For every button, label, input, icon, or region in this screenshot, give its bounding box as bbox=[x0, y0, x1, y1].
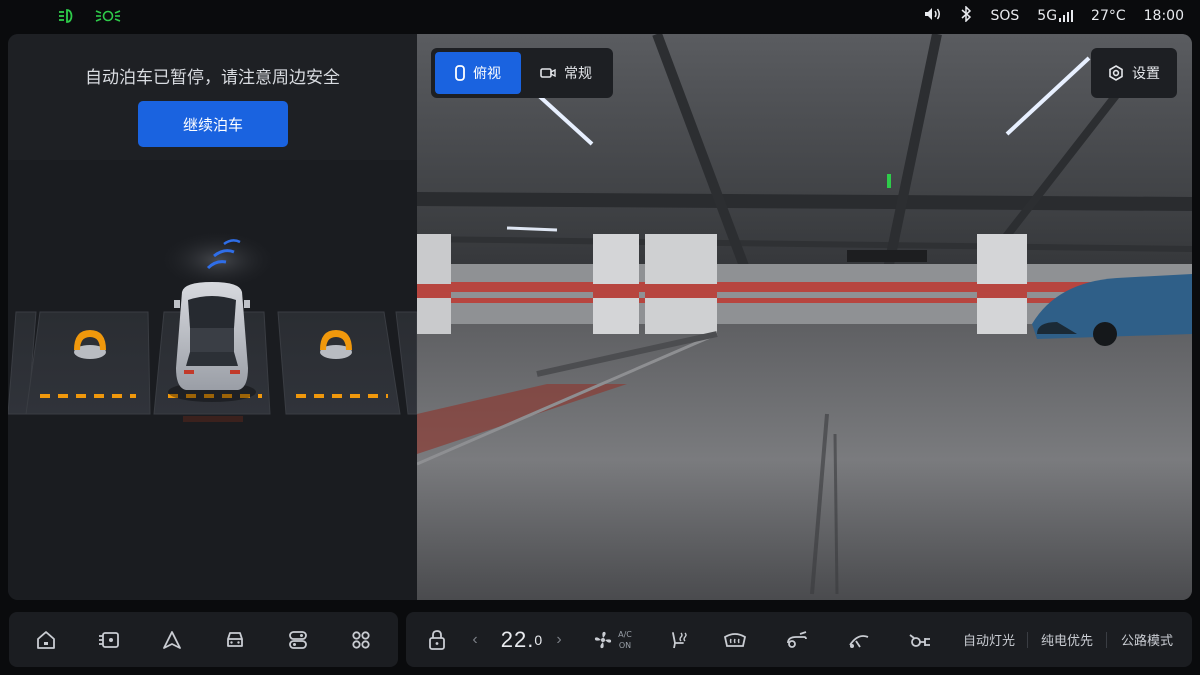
ac-button[interactable]: A/C ON bbox=[584, 612, 640, 667]
apps-icon[interactable] bbox=[341, 620, 381, 660]
parking-panel: 自动泊车已暂停，请注意周边安全 继续泊车 bbox=[8, 34, 417, 600]
navigation-icon[interactable] bbox=[152, 620, 192, 660]
parking-garage-camera-image bbox=[417, 34, 1192, 600]
bluetooth-icon[interactable] bbox=[960, 5, 972, 26]
temp-main: 22. bbox=[500, 626, 535, 652]
sos-label[interactable]: SOS bbox=[990, 8, 1019, 24]
divider bbox=[1027, 632, 1028, 648]
fan-icon bbox=[594, 631, 612, 648]
lock-icon[interactable] bbox=[424, 612, 450, 667]
camera-settings-button[interactable]: 设置 bbox=[1091, 48, 1177, 98]
gear-icon bbox=[1109, 65, 1123, 81]
temp-increase-button[interactable]: › bbox=[552, 612, 566, 667]
position-light-icon bbox=[94, 7, 122, 30]
road-mode-button[interactable]: 公路模式 bbox=[1114, 612, 1180, 667]
toggle-icon[interactable] bbox=[278, 620, 318, 660]
clock: 18:00 bbox=[1143, 8, 1184, 24]
view-mode-toggle: 俯视 常规 bbox=[431, 48, 613, 98]
volume-icon[interactable] bbox=[924, 7, 942, 25]
ac-state: ON bbox=[618, 640, 632, 650]
seat-heat-icon[interactable] bbox=[664, 612, 694, 667]
settings-label: 设置 bbox=[1132, 66, 1160, 82]
low-beam-icon bbox=[58, 7, 80, 30]
front-defrost-icon[interactable] bbox=[720, 612, 750, 667]
network-label: 5G bbox=[1037, 8, 1058, 24]
dock-control-bar: ‹ 22. 0 › A/C ON 自动灯光 纯电优先 公路模式 bbox=[406, 612, 1192, 667]
parking-slot-right bbox=[277, 311, 401, 415]
cabin-temperature: 22. 0 bbox=[492, 612, 552, 667]
ev-priority-button[interactable]: 纯电优先 bbox=[1034, 612, 1100, 667]
top-view-icon bbox=[455, 65, 465, 81]
signal-icon bbox=[1059, 10, 1074, 22]
home-icon[interactable] bbox=[26, 620, 66, 660]
parking-slot-left bbox=[25, 311, 151, 415]
parking-slot-far-right bbox=[395, 311, 417, 415]
dock-app-bar bbox=[9, 612, 398, 667]
parking-scene bbox=[8, 160, 417, 600]
wiper-icon[interactable] bbox=[844, 612, 874, 667]
parking-notice-area: 自动泊车已暂停，请注意周边安全 继续泊车 bbox=[8, 34, 417, 160]
parking-paused-notice: 自动泊车已暂停，请注意周边安全 bbox=[85, 68, 340, 88]
divider bbox=[1106, 632, 1107, 648]
temp-decrease-button[interactable]: ‹ bbox=[468, 612, 482, 667]
mirror-adjust-icon[interactable] bbox=[782, 612, 812, 667]
continue-parking-button[interactable]: 继续泊车 bbox=[138, 101, 288, 147]
charge-port-icon[interactable] bbox=[906, 612, 936, 667]
temp-decimal: 0 bbox=[534, 631, 544, 648]
vehicle-model bbox=[168, 282, 256, 402]
car-icon[interactable] bbox=[215, 620, 255, 660]
ac-label: A/C bbox=[618, 629, 632, 639]
camera-icon bbox=[540, 68, 556, 78]
normal-view-label: 常规 bbox=[564, 66, 592, 82]
top-view-label: 俯视 bbox=[473, 66, 501, 82]
top-view-button[interactable]: 俯视 bbox=[435, 52, 521, 94]
camera-view: 俯视 常规 设置 bbox=[417, 34, 1192, 600]
auto-light-button[interactable]: 自动灯光 bbox=[956, 612, 1022, 667]
normal-view-button[interactable]: 常规 bbox=[523, 52, 609, 94]
status-bar: SOS 5G 27°C 18:00 bbox=[0, 0, 1200, 32]
network-indicator: 5G bbox=[1037, 8, 1074, 24]
media-icon[interactable] bbox=[89, 620, 129, 660]
temperature-label: 27°C bbox=[1091, 8, 1126, 24]
